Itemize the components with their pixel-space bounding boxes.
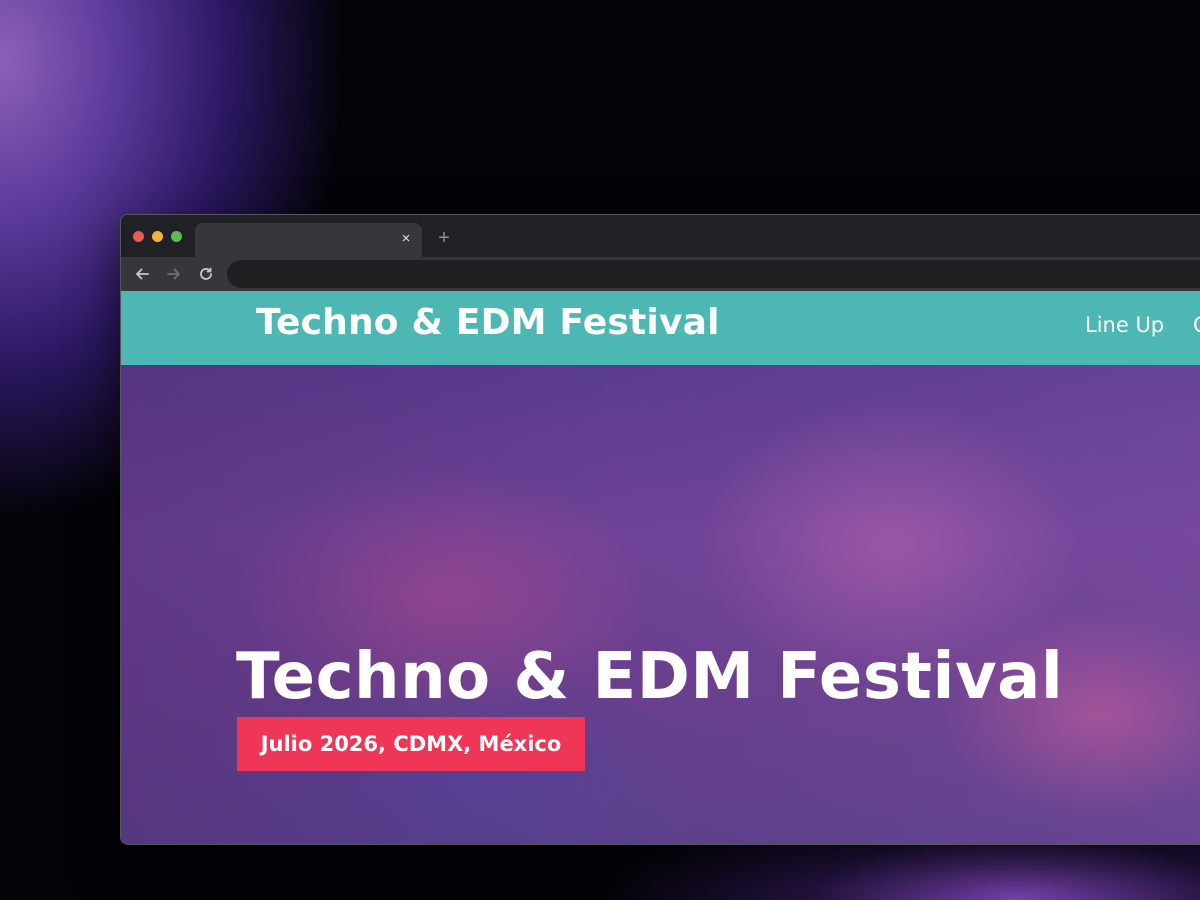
minimize-window-button[interactable] [152, 231, 163, 242]
browser-tab[interactable]: × [195, 223, 422, 257]
hero-section: Techno & EDM Festival Julio 2026, CDMX, … [121, 365, 1200, 844]
browser-titlebar: × + [121, 215, 1200, 257]
maximize-window-button[interactable] [171, 231, 182, 242]
browser-toolbar [121, 257, 1200, 291]
event-date-badge: Julio 2026, CDMX, México [237, 717, 585, 771]
page-viewport: Techno & EDM Festival Line Up C Techno &… [121, 291, 1200, 844]
forward-icon[interactable] [163, 263, 185, 285]
nav-link-line-up[interactable]: Line Up [1085, 312, 1164, 338]
back-icon[interactable] [131, 263, 153, 285]
nav-link-next[interactable]: C [1193, 312, 1200, 338]
site-header: Techno & EDM Festival Line Up C [121, 291, 1200, 365]
close-tab-icon[interactable]: × [398, 230, 414, 248]
new-tab-icon[interactable]: + [434, 227, 454, 249]
browser-window: × + Techno & EDM Festival Line Up C Tech… [120, 214, 1200, 845]
reload-icon[interactable] [195, 263, 217, 285]
site-brand[interactable]: Techno & EDM Festival [256, 303, 720, 343]
hero-title: Techno & EDM Festival [236, 640, 1064, 714]
close-window-button[interactable] [133, 231, 144, 242]
address-bar[interactable] [227, 260, 1200, 288]
